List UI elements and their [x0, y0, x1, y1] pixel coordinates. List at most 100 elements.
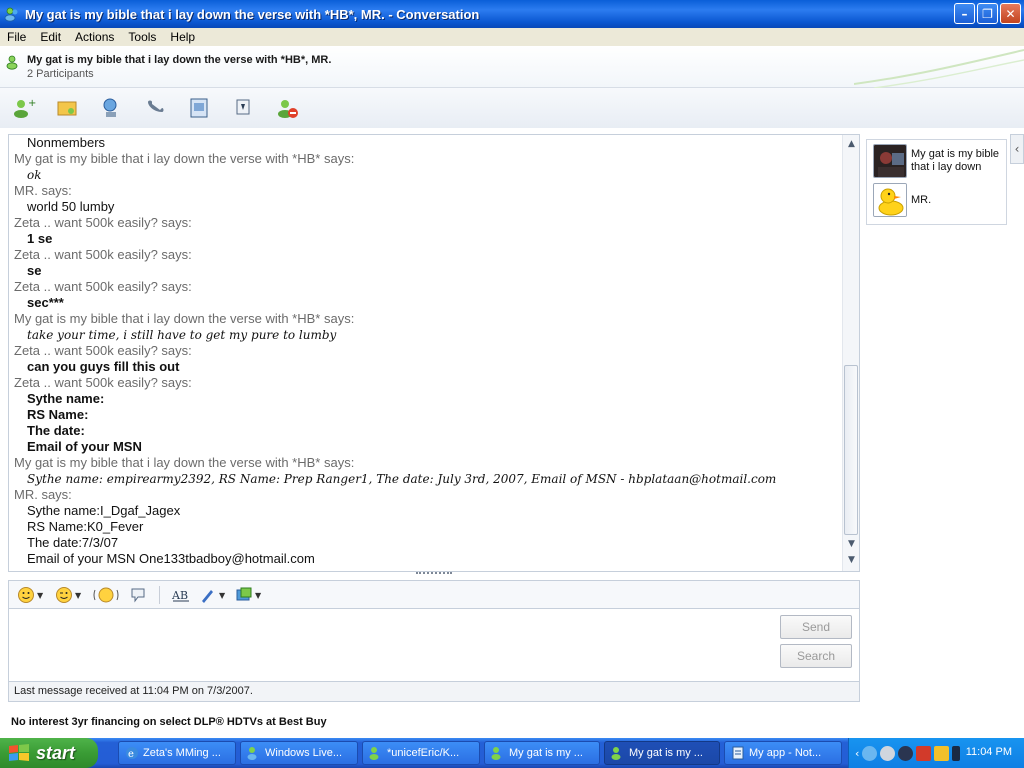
- menu-help[interactable]: Help: [163, 30, 202, 44]
- taskbar: start e Zeta's MMing ... Windows Live...…: [0, 738, 1024, 768]
- dropdown-caret-icon: ▼: [219, 590, 226, 600]
- conversation-history[interactable]: Nonmembers My gat is my bible that i lay …: [8, 134, 860, 572]
- message-sender-line: Zeta .. want 500k easily? says:: [14, 279, 192, 294]
- window-title: My gat is my bible that i lay down the v…: [25, 6, 480, 22]
- participant-item[interactable]: My gat is my bible that i lay down: [873, 144, 1005, 178]
- participant-name: My gat is my bible that i lay down: [911, 148, 1000, 173]
- message-text: sec***: [27, 295, 64, 310]
- message-sender-line: MR. says:: [14, 487, 72, 502]
- menu-actions[interactable]: Actions: [68, 30, 121, 44]
- message-text: Nonmembers: [27, 135, 106, 150]
- header-swoosh-decoration: [854, 49, 1024, 88]
- invite-contact-icon[interactable]: +: [10, 94, 38, 122]
- message-input[interactable]: Send Search: [8, 608, 860, 682]
- send-picture-picker[interactable]: ▼: [235, 585, 261, 605]
- security-shield-icon[interactable]: [916, 745, 932, 761]
- taskbar-button-label: My app - Not...: [749, 747, 822, 759]
- svg-text:+: +: [28, 98, 36, 109]
- paintbrush-icon: [202, 590, 213, 603]
- message-text: RS Name:K0_Fever: [27, 519, 144, 534]
- taskbar-button-label: My gat is my ...: [629, 747, 703, 759]
- ad-link[interactable]: No interest 3yr financing on select DLP®…: [11, 716, 327, 728]
- menu-tools[interactable]: Tools: [121, 30, 163, 44]
- smiley-icon: [18, 587, 34, 603]
- close-button[interactable]: ✕: [1000, 3, 1021, 24]
- messenger-icon: [4, 7, 18, 22]
- window-titlebar[interactable]: My gat is my bible that i lay down the v…: [0, 0, 1024, 28]
- nudge-button[interactable]: [93, 585, 119, 605]
- message-sender-line: Zeta .. want 500k easily? says:: [14, 343, 192, 358]
- wink-icon: [56, 587, 72, 603]
- windows-flag-icon: [9, 744, 29, 761]
- participant-count: 2 Participants: [27, 68, 94, 80]
- taskbar-button-active[interactable]: My gat is my ...: [604, 741, 720, 765]
- svg-text:e: e: [128, 749, 134, 760]
- tray-expand-icon[interactable]: ‹: [855, 747, 859, 760]
- taskbar-button[interactable]: Windows Live...: [240, 741, 358, 765]
- scroll-end-arrow-icon[interactable]: ▼: [846, 555, 857, 566]
- conversation-title: My gat is my bible that i lay down the v…: [27, 54, 332, 66]
- system-tray: ‹ 11:04 PM: [848, 738, 1024, 768]
- message-text: can you guys fill this out: [27, 359, 180, 374]
- participant-item[interactable]: MR.: [873, 183, 1005, 217]
- message-text: Email of your MSN One133tbadboy@hotmail.…: [27, 551, 315, 566]
- pane-splitter[interactable]: [416, 572, 452, 576]
- background-picker[interactable]: ▼: [199, 585, 225, 605]
- format-toolbar: ▼ ▼ AB ▼ ▼: [8, 580, 860, 608]
- messenger-tray-icon[interactable]: [862, 745, 878, 761]
- participant-name: MR.: [911, 193, 932, 206]
- menu-bar: File Edit Actions Tools Help: [0, 28, 1024, 46]
- speed-tray-icon[interactable]: [880, 745, 896, 761]
- send-button[interactable]: Send: [780, 615, 852, 639]
- app-tray-icon[interactable]: [898, 745, 914, 761]
- message-text: The date:7/3/07: [27, 535, 119, 550]
- messenger-icon: [491, 747, 501, 760]
- scroll-thumb[interactable]: [844, 365, 858, 535]
- voice-clip-button[interactable]: [129, 585, 147, 605]
- clock: 11:04 PM: [965, 746, 1012, 758]
- taskbar-button[interactable]: *unicefEric/K...: [362, 741, 480, 765]
- games-icon[interactable]: [230, 94, 258, 122]
- network-icon[interactable]: [934, 745, 950, 761]
- scroll-up-arrow-icon[interactable]: ▲: [846, 139, 857, 150]
- voice-clip-icon: [131, 588, 145, 603]
- avatar: [873, 144, 907, 178]
- taskbar-button[interactable]: My app - Not...: [724, 741, 842, 765]
- minimize-button[interactable]: –: [954, 3, 975, 24]
- dropdown-caret-icon: ▼: [75, 590, 82, 600]
- menu-edit[interactable]: Edit: [33, 30, 68, 44]
- message-text: 1 se: [27, 231, 53, 246]
- ad-bar[interactable]: No interest 3yr financing on select DLP®…: [0, 706, 1024, 738]
- wink-picker[interactable]: ▼: [55, 585, 81, 605]
- phone-icon[interactable]: [142, 94, 170, 122]
- message-sender-line: My gat is my bible that i lay down the v…: [14, 151, 355, 166]
- activities-icon[interactable]: [186, 94, 214, 122]
- svg-text:AB: AB: [171, 589, 188, 602]
- emoticon-picker[interactable]: ▼: [17, 585, 43, 605]
- message-sender-line: Zeta .. want 500k easily? says:: [14, 247, 192, 262]
- video-call-icon[interactable]: [98, 94, 126, 122]
- share-files-icon[interactable]: [54, 94, 82, 122]
- toolbar-separator: [159, 586, 160, 604]
- font-button[interactable]: AB: [171, 585, 191, 605]
- search-button[interactable]: Search: [780, 644, 852, 668]
- message-sender-line: My gat is my bible that i lay down the v…: [14, 455, 355, 470]
- scroll-down-arrow-icon[interactable]: ▼: [846, 539, 857, 550]
- block-icon[interactable]: [274, 94, 302, 122]
- volume-icon[interactable]: [952, 745, 961, 761]
- font-icon: AB: [171, 589, 189, 602]
- history-scrollbar[interactable]: ▲ ▼ ▼: [842, 135, 859, 571]
- collapse-panel-icon[interactable]: ‹: [1010, 134, 1024, 164]
- menu-file[interactable]: File: [0, 30, 33, 44]
- start-button[interactable]: start: [0, 738, 98, 768]
- message-sender-line: Zeta .. want 500k easily? says:: [14, 375, 192, 390]
- ie-icon: e: [126, 747, 138, 760]
- taskbar-button[interactable]: My gat is my ...: [484, 741, 600, 765]
- start-label: start: [36, 742, 76, 763]
- message-text: ok: [27, 168, 42, 182]
- maximize-button[interactable]: ❐: [977, 3, 998, 24]
- messenger-icon: [369, 747, 379, 760]
- action-toolbar: +: [0, 88, 1024, 128]
- taskbar-button[interactable]: e Zeta's MMing ...: [118, 741, 236, 765]
- messenger-icon: [611, 747, 621, 760]
